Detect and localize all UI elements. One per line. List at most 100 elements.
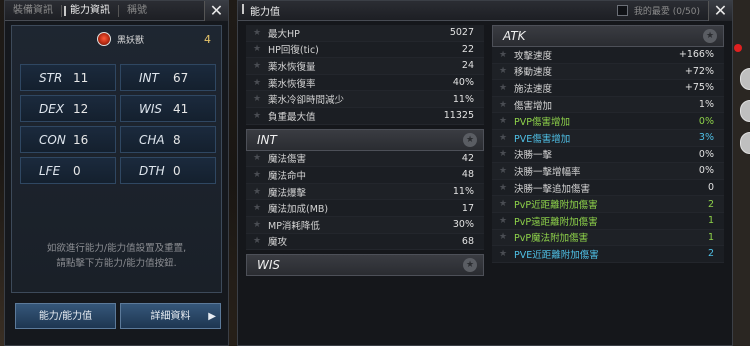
stat-row-attack-speed[interactable]: ★ 攻擊速度 +166% xyxy=(492,47,724,64)
stat-row-magic-damage[interactable]: ★ 魔法傷害 42 xyxy=(246,150,484,168)
star-icon[interactable]: ★ xyxy=(492,199,514,209)
row-label: 傷害增加 xyxy=(514,100,553,112)
row-label: 薬水恢復量 xyxy=(268,61,316,73)
star-icon[interactable]: ★ xyxy=(246,78,268,88)
row-value: 5027 xyxy=(449,27,474,39)
stat-row-pve-melee-bonus[interactable]: ★ PVE近距離附加傷害 2 xyxy=(492,246,724,263)
base-stat-grid: STR 11 INT 67 DEX 12 WIS 41 CON 16 CHA 8 xyxy=(20,64,216,184)
star-icon[interactable]: ★ xyxy=(246,61,268,71)
star-icon[interactable]: ★ xyxy=(492,249,514,259)
star-icon[interactable]: ★ xyxy=(492,66,514,76)
section-star-icon[interactable]: ★ xyxy=(463,132,477,147)
row-value: 11% xyxy=(452,93,474,105)
favorites-toggle[interactable]: 我的最愛 (0/50) xyxy=(616,4,700,17)
star-icon[interactable]: ★ xyxy=(246,187,268,197)
stat-row-decisive-strike-rate[interactable]: ★ 決勝一擊增幅率 0% xyxy=(492,163,724,180)
row-label: 魔攻 xyxy=(268,237,288,249)
star-icon[interactable]: ★ xyxy=(246,94,268,104)
stat-label: WIS xyxy=(139,101,163,116)
stat-label: CON xyxy=(39,132,66,147)
stat-row-magic-crit[interactable]: ★ 魔法爆擊 11% xyxy=(246,183,484,201)
ability-button[interactable]: 能力/能力值 xyxy=(15,303,116,329)
row-value: 1 xyxy=(707,231,714,243)
stat-row-cast-speed[interactable]: ★ 施法速度 +75% xyxy=(492,80,724,97)
row-label: PvP近距離附加傷害 xyxy=(514,200,598,212)
stat-row-magic-hit[interactable]: ★ 魔法命中 48 xyxy=(246,167,484,184)
play-arrow-icon: ▶ xyxy=(208,311,216,322)
section-star-icon[interactable]: ★ xyxy=(463,258,477,273)
row-value: 2 xyxy=(707,248,714,260)
stat-row-decisive-strike[interactable]: ★ 決勝一擊 0% xyxy=(492,146,724,164)
close-right-panel-button[interactable]: ✕ xyxy=(708,1,732,21)
stat-value: 12 xyxy=(73,101,89,116)
stat-row-max-weight[interactable]: ★ 負重最大值 11325 xyxy=(246,107,484,125)
star-icon[interactable]: ★ xyxy=(246,153,268,163)
star-icon[interactable]: ★ xyxy=(492,216,514,226)
stat-row-pvp-damage[interactable]: ★ PVP傷害增加 0% xyxy=(492,113,724,130)
stat-row-magic-bonus[interactable]: ★ 魔法加成(MB) 17 xyxy=(246,200,484,217)
star-icon[interactable]: ★ xyxy=(492,183,514,193)
stat-value: 0 xyxy=(73,163,81,178)
row-label: PVE近距離附加傷害 xyxy=(514,249,599,261)
stat-con: CON 16 xyxy=(20,126,116,153)
reset-hint-text: 如欲進行能力/能力值設置及重置, 請點擊下方能力/能力值按鈕. xyxy=(12,241,221,271)
star-icon[interactable]: ★ xyxy=(492,83,514,93)
stat-row-potion-amount[interactable]: ★ 薬水恢復量 24 xyxy=(246,58,484,75)
stat-row-decisive-strike-bonus[interactable]: ★ 決勝一擊追加傷害 0 xyxy=(492,179,724,197)
star-icon[interactable]: ★ xyxy=(246,236,268,246)
stat-row-potion-rate[interactable]: ★ 薬水恢復率 40% xyxy=(246,74,484,92)
star-icon[interactable]: ★ xyxy=(492,166,514,176)
stat-row-pvp-magic-bonus[interactable]: ★ PvP魔法附加傷害 1 xyxy=(492,229,724,247)
row-label: 攻擊速度 xyxy=(514,50,553,62)
section-star-icon[interactable]: ★ xyxy=(703,29,717,43)
star-icon[interactable]: ★ xyxy=(492,133,514,143)
stat-row-damage-increase[interactable]: ★ 傷害增加 1% xyxy=(492,96,724,114)
class-row: 黑妖獸 4 xyxy=(12,26,221,52)
tab-equipment-info[interactable]: 裝備資訊 xyxy=(5,1,61,21)
stat-row-move-speed[interactable]: ★ 移動速度 +72% xyxy=(492,63,724,81)
row-label: 決勝一擊 xyxy=(514,150,553,162)
stat-row-potion-cooldown[interactable]: ★ 薬水冷卻時間減少 11% xyxy=(246,91,484,108)
detail-button[interactable]: 詳細資料 ▶ xyxy=(120,303,221,329)
stat-row-mp-reduction[interactable]: ★ MP消耗降低 30% xyxy=(246,216,484,234)
star-icon[interactable]: ★ xyxy=(492,50,514,60)
close-left-panel-button[interactable]: ✕ xyxy=(204,1,228,21)
star-icon[interactable]: ★ xyxy=(492,116,514,126)
ability-values-panel: 能力值 我的最愛 (0/50) ✕ ★ 最大HP 5027 ★ HP回復(tic… xyxy=(237,0,733,346)
stat-row-pve-damage[interactable]: ★ PVE傷害增加 3% xyxy=(492,129,724,147)
stat-row-pvp-melee-bonus[interactable]: ★ PvP近距離附加傷害 2 xyxy=(492,196,724,213)
stat-row-pvp-ranged-bonus[interactable]: ★ PvP遠距離附加傷害 1 xyxy=(492,212,724,230)
star-icon[interactable]: ★ xyxy=(246,203,268,213)
row-value: 1% xyxy=(698,99,714,111)
star-icon[interactable]: ★ xyxy=(492,149,514,159)
row-label: 魔法傷害 xyxy=(268,154,307,166)
row-value: +166% xyxy=(678,49,714,61)
star-icon[interactable]: ★ xyxy=(246,170,268,180)
row-value: 30% xyxy=(452,219,474,231)
tab-ability-info[interactable]: 能力資訊 xyxy=(62,1,118,21)
row-label: 負重最大值 xyxy=(268,111,316,123)
star-icon[interactable]: ★ xyxy=(492,100,514,110)
panel-title: 能力值 xyxy=(238,3,280,18)
hint-line: 如欲進行能力/能力值設置及重置, xyxy=(46,243,187,254)
stat-int: INT 67 xyxy=(120,64,216,91)
section-title: WIS xyxy=(257,258,281,273)
favorites-label: 我的最愛 (0/50) xyxy=(633,7,700,17)
stat-row-hp-regen[interactable]: ★ HP回復(tic) 22 xyxy=(246,41,484,59)
stat-row-magic-attack[interactable]: ★ 魔攻 68 xyxy=(246,233,484,251)
tab-title[interactable]: 稱號 xyxy=(119,1,155,21)
row-value: 2 xyxy=(707,198,714,210)
star-icon[interactable]: ★ xyxy=(246,44,268,54)
row-label: 施法速度 xyxy=(514,83,553,95)
star-icon[interactable]: ★ xyxy=(246,220,268,230)
star-icon[interactable]: ★ xyxy=(246,111,268,121)
stat-dex: DEX 12 xyxy=(20,95,116,122)
stat-cha: CHA 8 xyxy=(120,126,216,153)
favorites-checkbox[interactable] xyxy=(616,5,628,16)
section-header-int: INT ★ xyxy=(246,128,484,151)
stat-str: STR 11 xyxy=(20,64,116,91)
row-value: 1 xyxy=(707,215,714,227)
star-icon[interactable]: ★ xyxy=(246,28,268,38)
stat-row-max-hp[interactable]: ★ 最大HP 5027 xyxy=(246,25,484,42)
star-icon[interactable]: ★ xyxy=(492,232,514,242)
